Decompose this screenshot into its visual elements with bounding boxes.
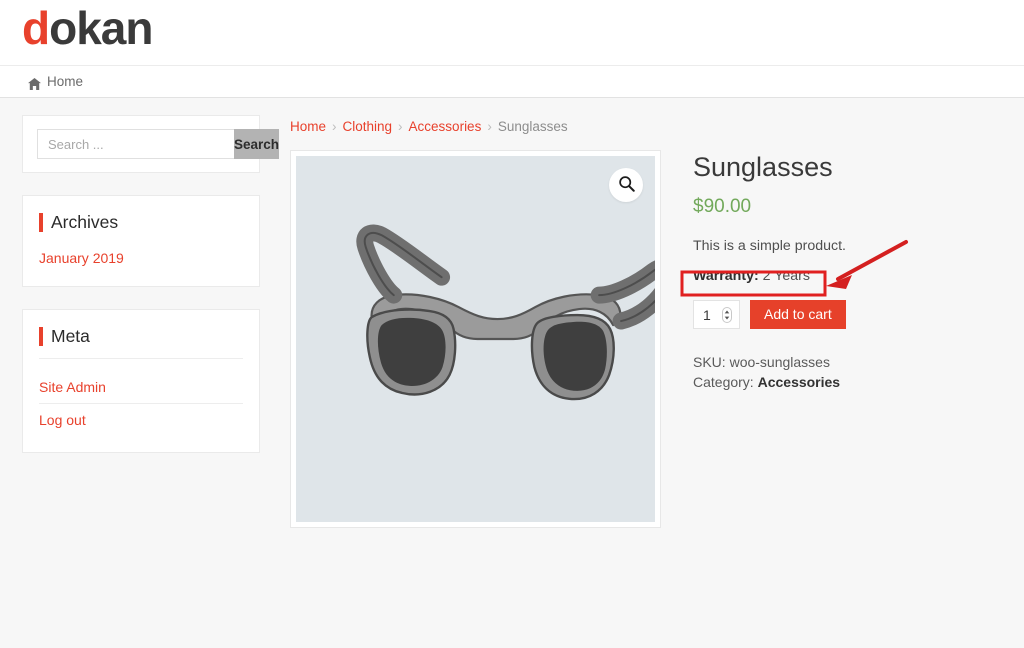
logo-rest: okan [49, 2, 153, 54]
archive-link-january-2019[interactable]: January 2019 [39, 246, 243, 270]
product-warranty: Warranty: 2 Years [693, 266, 1004, 286]
meta-list: Site Admin Log out [39, 371, 243, 436]
nav-home-label: Home [47, 74, 84, 89]
sunglasses-illustration [356, 224, 655, 401]
breadcrumb: Home › Clothing › Accessories › Sunglasses [290, 99, 1004, 136]
breadcrumb-separator: › [332, 119, 337, 134]
list-item: January 2019 [39, 246, 243, 270]
sku-value: woo-sunglasses [729, 354, 830, 370]
quantity-stepper[interactable] [693, 300, 740, 329]
sidebar: Search Archives January 2019 Meta Site A… [22, 115, 280, 475]
meta-link-log-out[interactable]: Log out [39, 404, 243, 436]
list-item: Site Admin [39, 371, 243, 403]
breadcrumb-separator: › [487, 119, 492, 134]
breadcrumb-item-home[interactable]: Home [290, 119, 326, 134]
product-category: Category: Accessories [693, 372, 1004, 392]
magnifier-icon [618, 175, 635, 195]
home-icon [28, 76, 41, 90]
widget-archives: Archives January 2019 [22, 195, 260, 287]
add-to-cart-form: Add to cart [693, 300, 1004, 329]
list-item: Log out [39, 403, 243, 436]
warranty-label: Warranty: [693, 268, 759, 284]
search-button[interactable]: Search [234, 129, 280, 159]
category-value[interactable]: Accessories [758, 374, 841, 390]
archives-list: January 2019 [39, 246, 243, 270]
product-image[interactable] [296, 156, 655, 522]
add-to-cart-button[interactable]: Add to cart [750, 300, 846, 329]
breadcrumb-separator: › [398, 119, 403, 134]
product-sku: SKU: woo-sunglasses [693, 352, 1004, 372]
product-price: $90.00 [693, 196, 752, 217]
quantity-input[interactable] [703, 306, 721, 323]
widget-archives-title: Archives [39, 210, 243, 234]
product-summary: Sunglasses $90.00 This is a simple produ… [693, 150, 1004, 392]
logo-letter-d: d [22, 2, 50, 54]
meta-link-site-admin[interactable]: Site Admin [39, 371, 243, 403]
page-body: Search Archives January 2019 Meta Site A… [0, 99, 1024, 648]
site-logo[interactable]: dokan [22, 2, 153, 54]
breadcrumb-item-current: Sunglasses [497, 119, 568, 134]
nav-item-home[interactable]: Home [28, 72, 83, 92]
search-input[interactable] [37, 129, 234, 159]
breadcrumb-item-clothing[interactable]: Clothing [343, 119, 393, 134]
product-title: Sunglasses [693, 152, 833, 182]
sku-label: SKU: [693, 354, 726, 370]
breadcrumb-item-accessories[interactable]: Accessories [409, 119, 482, 134]
widget-meta: Meta Site Admin Log out [22, 309, 260, 453]
widget-meta-title: Meta [39, 324, 243, 359]
warranty-value: 2 Years [762, 268, 810, 284]
search-widget: Search [22, 115, 280, 173]
primary-nav: Home [0, 65, 1024, 98]
site-header: dokan [0, 0, 1024, 65]
product-short-description: This is a simple product. [693, 238, 846, 254]
product-meta: SKU: woo-sunglasses Category: Accessorie… [693, 352, 1004, 392]
search-form: Search [37, 129, 280, 159]
category-label: Category: [693, 374, 754, 390]
spinner-arrows-icon[interactable] [722, 306, 732, 323]
product-gallery [290, 150, 661, 528]
image-zoom-button[interactable] [609, 168, 643, 202]
main-content: Home › Clothing › Accessories › Sunglasses [290, 99, 1004, 528]
